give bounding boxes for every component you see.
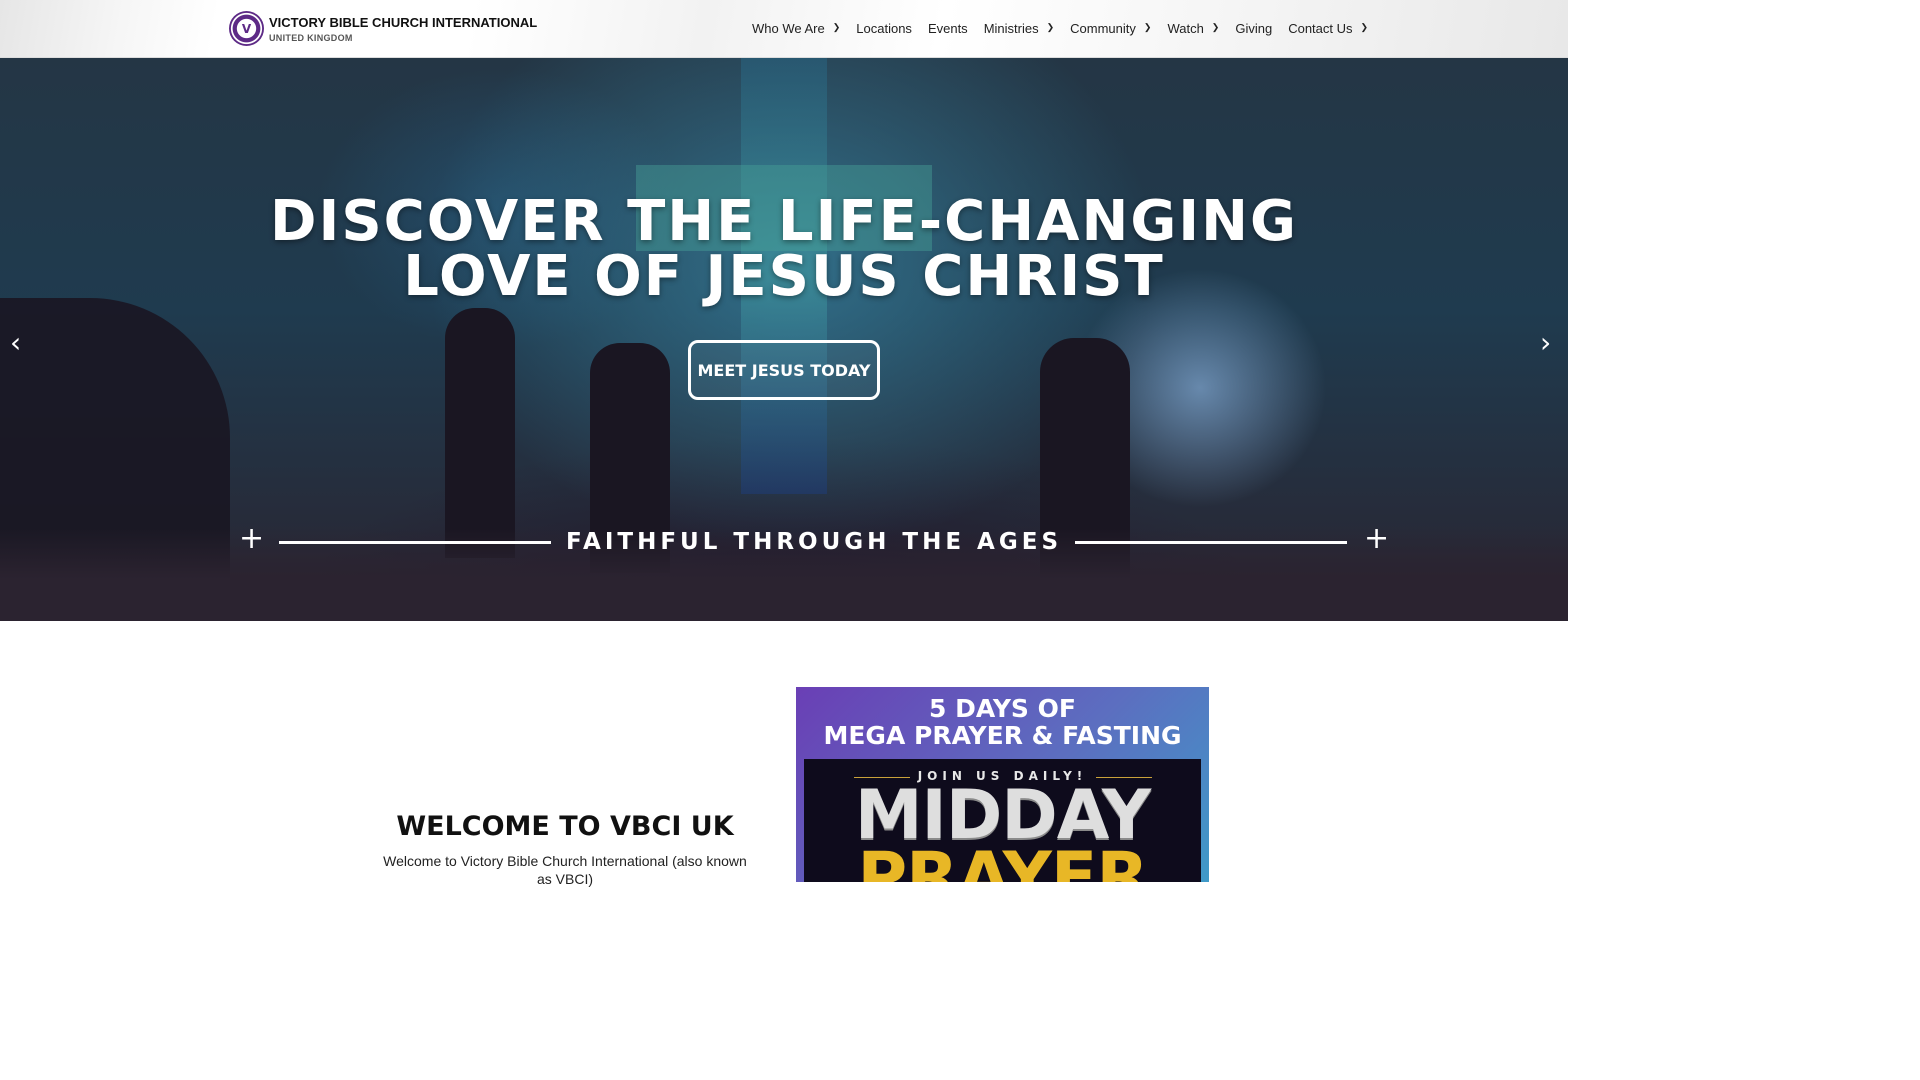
nav-label: Who We Are <box>752 21 825 36</box>
nav-label: Events <box>927 21 968 36</box>
nav-label: Ministries <box>983 21 1039 36</box>
nav-label: Contact Us <box>1288 21 1353 36</box>
nav-label: Locations <box>856 21 912 36</box>
chevron-down-icon: ❯ <box>1211 22 1220 32</box>
plus-icon: + <box>1364 521 1390 556</box>
nav-item-locations[interactable]: Locations <box>856 21 912 36</box>
logo-subtitle: UNITED KINGDOM <box>269 32 353 43</box>
nav-item-giving[interactable]: Giving <box>1235 21 1272 36</box>
nav-item-watch[interactable]: Watch ❯ <box>1167 21 1219 36</box>
church-logo-icon: V <box>229 11 264 46</box>
chevron-right-icon[interactable]: › <box>1540 326 1551 359</box>
chevron-down-icon: ❯ <box>1046 22 1055 32</box>
hero-title: DISCOVER THE LIFE-CHANGING LOVE OF JESUS… <box>0 194 1568 305</box>
main-nav: Who We Are ❯ Locations Events Ministries… <box>752 21 1384 36</box>
chevron-down-icon: ❯ <box>832 22 841 32</box>
chevron-left-icon[interactable]: ‹ <box>10 326 21 359</box>
hero-tagline: FAITHFUL THROUGH THE AGES <box>565 529 1063 555</box>
nav-item-community[interactable]: Community ❯ <box>1070 21 1151 36</box>
promo-heading: 5 DAYS OF MEGA PRAYER & FASTING <box>796 695 1209 749</box>
divider <box>279 541 551 544</box>
nav-label: Community <box>1070 21 1136 36</box>
site-header: V VICTORY BIBLE CHURCH INTERNATIONAL UNI… <box>0 0 1568 58</box>
divider <box>1075 541 1347 544</box>
nav-item-who-we-are[interactable]: Who We Are ❯ <box>752 21 840 36</box>
tagline-row: + FAITHFUL THROUGH THE AGES + <box>0 524 1568 558</box>
nav-item-ministries[interactable]: Ministries ❯ <box>984 21 1054 36</box>
welcome-title: WELCOME TO VBCI UK <box>396 811 734 842</box>
band-silhouette <box>445 308 515 558</box>
chevron-down-icon: ❯ <box>1143 22 1152 32</box>
nav-label: Watch <box>1167 21 1204 36</box>
nav-label: Giving <box>1235 21 1273 36</box>
promo-heading-line: 5 DAYS OF <box>929 694 1076 723</box>
promo-big-text: PRAYER <box>857 838 1148 883</box>
hero-title-line: LOVE OF JESUS CHRIST <box>403 244 1165 309</box>
chevron-down-icon: ❯ <box>1360 22 1369 32</box>
plus-icon: + <box>239 521 265 556</box>
logo-title: VICTORY BIBLE CHURCH INTERNATIONAL <box>269 14 538 30</box>
hero-slider: ‹ › DISCOVER THE LIFE-CHANGING LOVE OF J… <box>0 58 1568 621</box>
meet-jesus-button[interactable]: MEET JESUS TODAY <box>688 340 880 400</box>
promo-heading-line: MEGA PRAYER & FASTING <box>823 721 1182 750</box>
nav-item-events[interactable]: Events <box>928 21 968 36</box>
welcome-text: Welcome to Victory Bible Church Internat… <box>383 853 747 887</box>
nav-item-contact-us[interactable]: Contact Us ❯ <box>1288 21 1368 36</box>
prayer-promo-banner[interactable]: 5 DAYS OF MEGA PRAYER & FASTING JOIN US … <box>796 687 1209 882</box>
promo-flyer-image: JOIN US DAILY! MIDDAY PRAYER <box>804 759 1201 882</box>
site-logo[interactable]: V VICTORY BIBLE CHURCH INTERNATIONAL UNI… <box>229 11 537 46</box>
